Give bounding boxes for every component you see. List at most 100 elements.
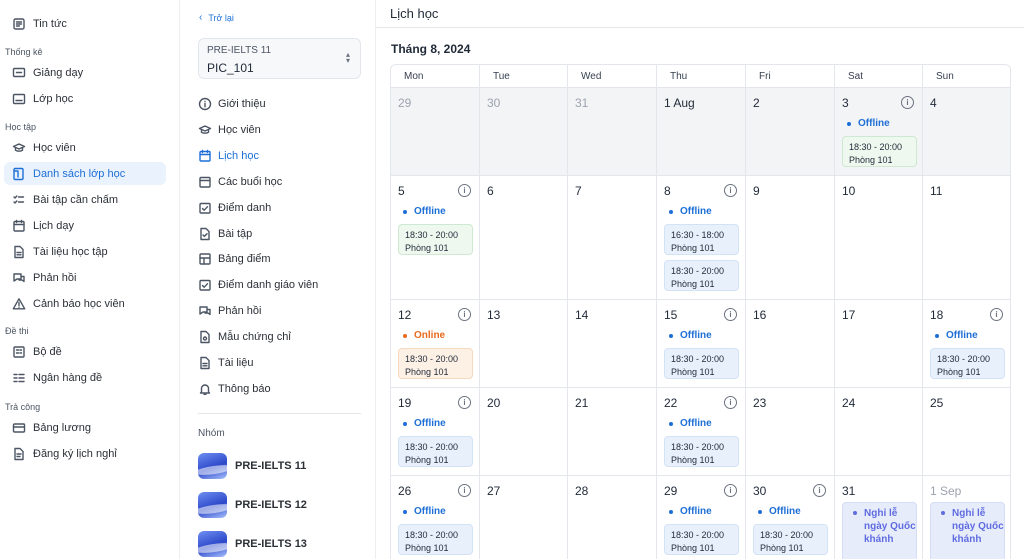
class-selector[interactable]: PRE-IELTS 11 PIC_101 ▴ ▾ <box>198 38 361 79</box>
day-cell[interactable]: 27 <box>480 476 568 559</box>
day-cell[interactable]: 28 <box>568 476 657 559</box>
info-icon[interactable]: i <box>724 308 737 321</box>
day-cell[interactable]: 21 <box>568 388 657 476</box>
info-icon[interactable]: i <box>458 308 471 321</box>
class-menu-cac-buoi-hoc[interactable]: Các buổi học <box>198 172 358 192</box>
day-cell[interactable]: 25 <box>923 388 1010 476</box>
day-cell[interactable]: 8 i Offline 16:30 - 18:00 Phòng 101 18:30 - 2… <box>657 176 746 300</box>
sidebar-item-giang-day[interactable]: Giảng dạy <box>4 61 166 84</box>
day-cell[interactable]: 13 <box>480 300 568 388</box>
day-cell[interactable]: 1 Aug <box>657 88 746 176</box>
sidebar-item-ngan-hang-de[interactable]: Ngân hàng đề <box>4 366 166 389</box>
sidebar-item-dang-ky-lich-nghi[interactable]: Đăng ký lịch nghỉ <box>4 442 166 465</box>
day-cell[interactable]: 12 i Online 18:30 - 20:00 Phòng 101 <box>391 300 480 388</box>
day-cell[interactable]: 30 <box>480 88 568 176</box>
bullet-dot <box>941 511 945 515</box>
info-icon[interactable]: i <box>458 396 471 409</box>
class-menu-tai-lieu[interactable]: Tài liệu <box>198 353 358 373</box>
day-cell[interactable]: 26 i Offline 18:30 - 20:00 Phòng 101 <box>391 476 480 559</box>
holiday-event[interactable]: Nghỉ lễ ngày Quốc khánh <box>930 502 1005 559</box>
sidebar-item-tin-tuc[interactable]: Tin tức <box>4 12 166 35</box>
class-menu-bang-diem[interactable]: Bảng điểm <box>198 249 358 269</box>
day-cell[interactable]: 3 i Offline 18:30 - 20:00 Phòng 101 <box>835 88 923 176</box>
session-slot[interactable]: 18:30 - 20:00 Phòng 101 <box>398 436 473 467</box>
day-cell[interactable]: 19 i Offline 18:30 - 20:00 Phòng 101 <box>391 388 480 476</box>
day-cell[interactable]: 1 Sep Nghỉ lễ ngày Quốc khánh <box>923 476 1010 559</box>
day-cell[interactable]: 30 i Offline 18:30 - 20:00 Phòng 101 <box>746 476 835 559</box>
sidebar-item-canh-bao-hoc-vien[interactable]: Cảnh báo học viên <box>4 292 166 315</box>
class-menu-gioi-thieu[interactable]: Giới thiệu <box>198 94 358 114</box>
day-cell[interactable]: 2 <box>746 88 835 176</box>
session-slot[interactable]: 18:30 - 20:00 Phòng 101 <box>930 348 1005 379</box>
day-number: 12 <box>398 308 412 322</box>
day-cell[interactable]: 10 <box>835 176 923 300</box>
day-cell[interactable]: 5 i Offline 18:30 - 20:00 Phòng 101 <box>391 176 480 300</box>
group-item[interactable]: PRE-IELTS 12 <box>198 491 358 519</box>
weekday-header: Thu <box>657 65 746 88</box>
sidebar-item-tai-lieu-hoc-tap[interactable]: Tài liệu học tập <box>4 240 166 263</box>
day-cell[interactable]: 6 <box>480 176 568 300</box>
class-menu-diem-danh-giao-vien[interactable]: Điểm danh giáo viên <box>198 275 358 295</box>
day-number: 17 <box>842 308 856 322</box>
class-menu-thong-bao[interactable]: Thông báo <box>198 379 358 399</box>
day-cell[interactable]: 24 <box>835 388 923 476</box>
info-icon[interactable]: i <box>813 484 826 497</box>
session-slot[interactable]: 18:30 - 20:00 Phòng 101 <box>664 348 739 379</box>
info-icon[interactable]: i <box>990 308 1003 321</box>
back-link[interactable]: ‹ Trở lại <box>199 12 234 23</box>
class-menu-hoc-vien[interactable]: Học viên <box>198 120 358 140</box>
class-menu-phan-hoi[interactable]: Phản hồi <box>198 301 358 321</box>
group-item[interactable]: PRE-IELTS 13 <box>198 530 358 558</box>
day-cell[interactable]: 31 <box>568 88 657 176</box>
session-slot[interactable]: 18:30 - 20:00 Phòng 101 <box>664 260 739 291</box>
sidebar-item-bo-de[interactable]: Bộ đề <box>4 340 166 363</box>
sidebar-item-danh-sach-lop-hoc[interactable]: Danh sách lớp học <box>4 162 166 185</box>
day-cell[interactable]: 29 i Offline 18:30 - 20:00 Phòng 101 <box>657 476 746 559</box>
class-menu-bai-tap[interactable]: Bài tập <box>198 224 358 244</box>
session-room: Phòng 101 <box>671 455 715 465</box>
sidebar-item-hoc-vien[interactable]: Học viên <box>4 136 166 159</box>
sidebar-item-bai-tap-can-cham[interactable]: Bài tập cần chấm <box>4 188 166 211</box>
day-cell[interactable]: 4 <box>923 88 1010 176</box>
sidebar-item-phan-hoi[interactable]: Phản hồi <box>4 266 166 289</box>
day-cell[interactable]: 22 i Offline 18:30 - 20:00 Phòng 101 <box>657 388 746 476</box>
holiday-event[interactable]: Nghỉ lễ ngày Quốc khánh <box>842 502 917 559</box>
main-sidebar: Tin tức Thống kê Giảng dạy Lớp học Học tập Họ… <box>0 0 180 559</box>
day-cell[interactable]: 7 <box>568 176 657 300</box>
class-menu-lich-hoc[interactable]: Lịch học <box>198 146 358 166</box>
sidebar-item-label: Đăng ký lịch nghỉ <box>33 447 117 460</box>
session-slot[interactable]: 18:30 - 20:00 Phòng 101 <box>753 524 828 555</box>
info-icon[interactable]: i <box>458 484 471 497</box>
day-cell[interactable]: 23 <box>746 388 835 476</box>
sidebar-item-lop-hoc[interactable]: Lớp học <box>4 87 166 110</box>
question-bank-icon <box>12 371 26 385</box>
group-item[interactable]: PRE-IELTS 11 <box>198 452 358 480</box>
day-cell[interactable]: 20 <box>480 388 568 476</box>
info-icon[interactable]: i <box>724 484 737 497</box>
sidebar-item-bang-luong[interactable]: Bảng lương <box>4 416 166 439</box>
session-slot[interactable]: 18:30 - 20:00 Phòng 101 <box>398 524 473 555</box>
day-cell[interactable]: 16 <box>746 300 835 388</box>
info-icon[interactable]: i <box>901 96 914 109</box>
info-icon[interactable]: i <box>724 396 737 409</box>
day-cell[interactable]: 9 <box>746 176 835 300</box>
session-slot[interactable]: 18:30 - 20:00 Phòng 101 <box>398 348 473 379</box>
session-slot[interactable]: 18:30 - 20:00 Phòng 101 <box>398 224 473 255</box>
day-cell[interactable]: 14 <box>568 300 657 388</box>
class-menu-mau-chung-chi[interactable]: Mẫu chứng chỉ <box>198 327 358 347</box>
session-slot[interactable]: 18:30 - 20:00 Phòng 101 <box>842 136 917 167</box>
sidebar-item-lich-day[interactable]: Lịch dạy <box>4 214 166 237</box>
info-icon[interactable]: i <box>724 184 737 197</box>
session-slot[interactable]: 18:30 - 20:00 Phòng 101 <box>664 436 739 467</box>
day-cell[interactable]: 15 i Offline 18:30 - 20:00 Phòng 101 <box>657 300 746 388</box>
info-icon[interactable]: i <box>458 184 471 197</box>
sidebar-item-label: Giảng dạy <box>33 66 84 79</box>
class-menu-diem-danh[interactable]: Điểm danh <box>198 198 358 218</box>
day-cell[interactable]: 18 i Offline 18:30 - 20:00 Phòng 101 <box>923 300 1010 388</box>
day-cell[interactable]: 17 <box>835 300 923 388</box>
session-slot[interactable]: 18:30 - 20:00 Phòng 101 <box>664 524 739 555</box>
day-cell[interactable]: 29 <box>391 88 480 176</box>
day-cell[interactable]: 11 <box>923 176 1010 300</box>
session-slot[interactable]: 16:30 - 18:00 Phòng 101 <box>664 224 739 255</box>
day-cell[interactable]: 31 Nghỉ lễ ngày Quốc khánh <box>835 476 923 559</box>
